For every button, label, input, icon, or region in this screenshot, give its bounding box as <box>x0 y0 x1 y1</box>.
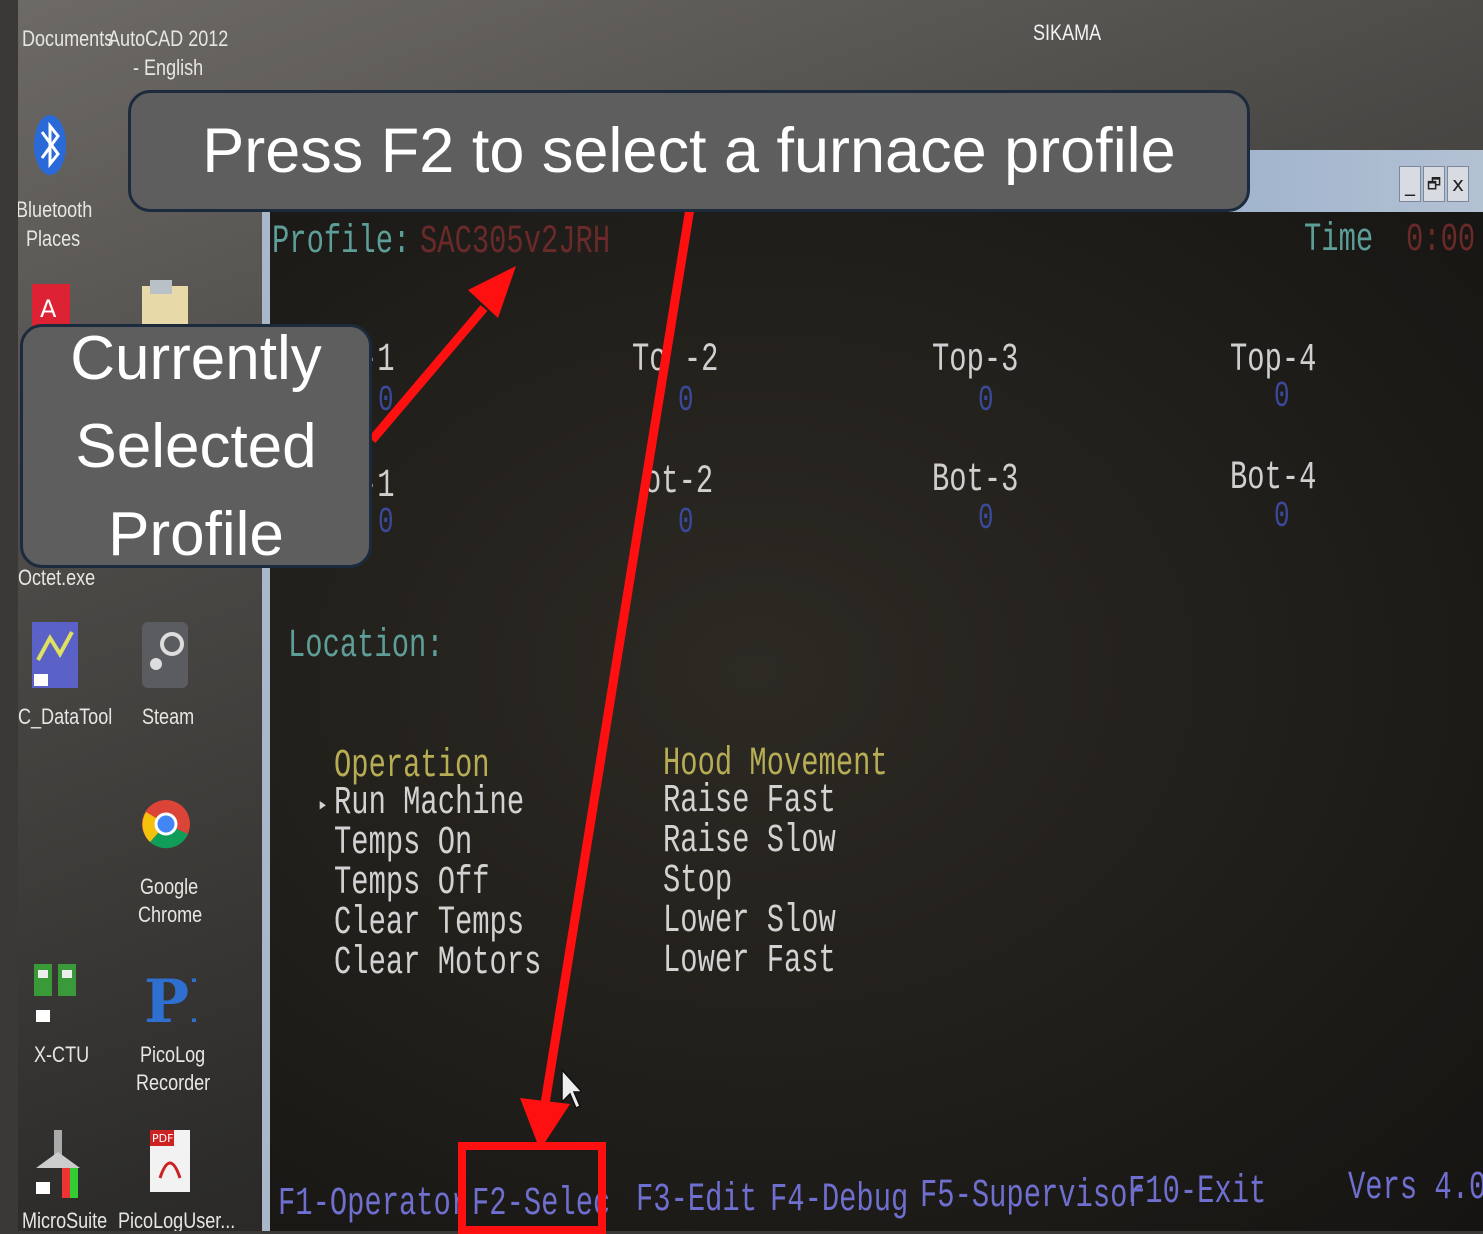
callout-press-f2: Press F2 to select a furnace profile <box>128 90 1250 212</box>
callout-line-1: Currently <box>70 324 322 393</box>
arrow-to-f2 <box>539 207 695 1111</box>
callout-current-profile: Currently Selected Profile <box>20 324 372 569</box>
callout-line-3: Profile <box>108 500 284 569</box>
arrow-to-f2-head-icon <box>520 1098 570 1150</box>
arrow-to-profile-head-icon <box>468 266 516 318</box>
arrow-to-profile <box>368 305 488 443</box>
callout-line-2: Selected <box>75 412 317 481</box>
